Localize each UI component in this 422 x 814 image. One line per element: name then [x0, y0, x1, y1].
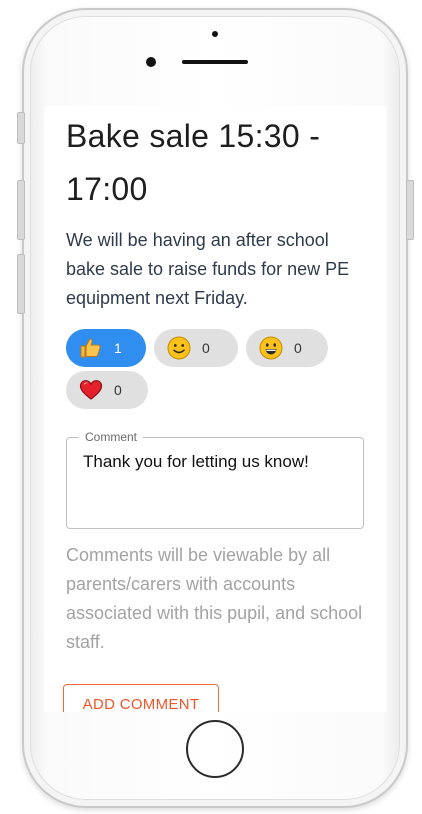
comment-input-value[interactable]: Thank you for letting us know! — [83, 452, 349, 472]
reaction-smile[interactable]: 0 — [154, 329, 238, 367]
grin-icon — [258, 335, 284, 361]
post-description: We will be having an after school bake s… — [66, 230, 350, 308]
visibility-note: Comments will be viewable by all parents… — [66, 545, 363, 652]
post-title: Bake sale 15:30 - 17:00 — [66, 118, 321, 207]
volume-up-button — [17, 180, 25, 240]
home-button[interactable] — [186, 720, 244, 778]
volume-down-button — [17, 254, 25, 314]
phone-screen: Bake sale 15:30 - 17:00 We will be havin… — [44, 106, 386, 712]
proximity-sensor — [212, 31, 218, 37]
reaction-bar: 1 0 0 0 — [66, 329, 366, 413]
reaction-count: 0 — [294, 340, 302, 356]
reaction-count: 1 — [114, 340, 122, 356]
heart-icon — [78, 377, 104, 403]
post-content: Bake sale 15:30 - 17:00 We will be havin… — [66, 106, 366, 675]
reaction-count: 0 — [114, 382, 122, 398]
front-camera — [146, 57, 156, 67]
comment-label: Comment — [79, 430, 144, 444]
add-comment-button[interactable]: ADD COMMENT — [63, 684, 219, 712]
thumbs-up-icon — [78, 335, 104, 361]
earpiece-speaker — [182, 60, 248, 64]
comment-field[interactable]: Comment Thank you for letting us know! — [66, 430, 364, 529]
mute-switch — [17, 112, 25, 144]
power-button — [406, 180, 414, 240]
reaction-count: 0 — [202, 340, 210, 356]
reaction-thumbs-up[interactable]: 1 — [66, 329, 146, 367]
smile-icon — [166, 335, 192, 361]
reaction-heart[interactable]: 0 — [66, 371, 148, 409]
reaction-grin[interactable]: 0 — [246, 329, 328, 367]
